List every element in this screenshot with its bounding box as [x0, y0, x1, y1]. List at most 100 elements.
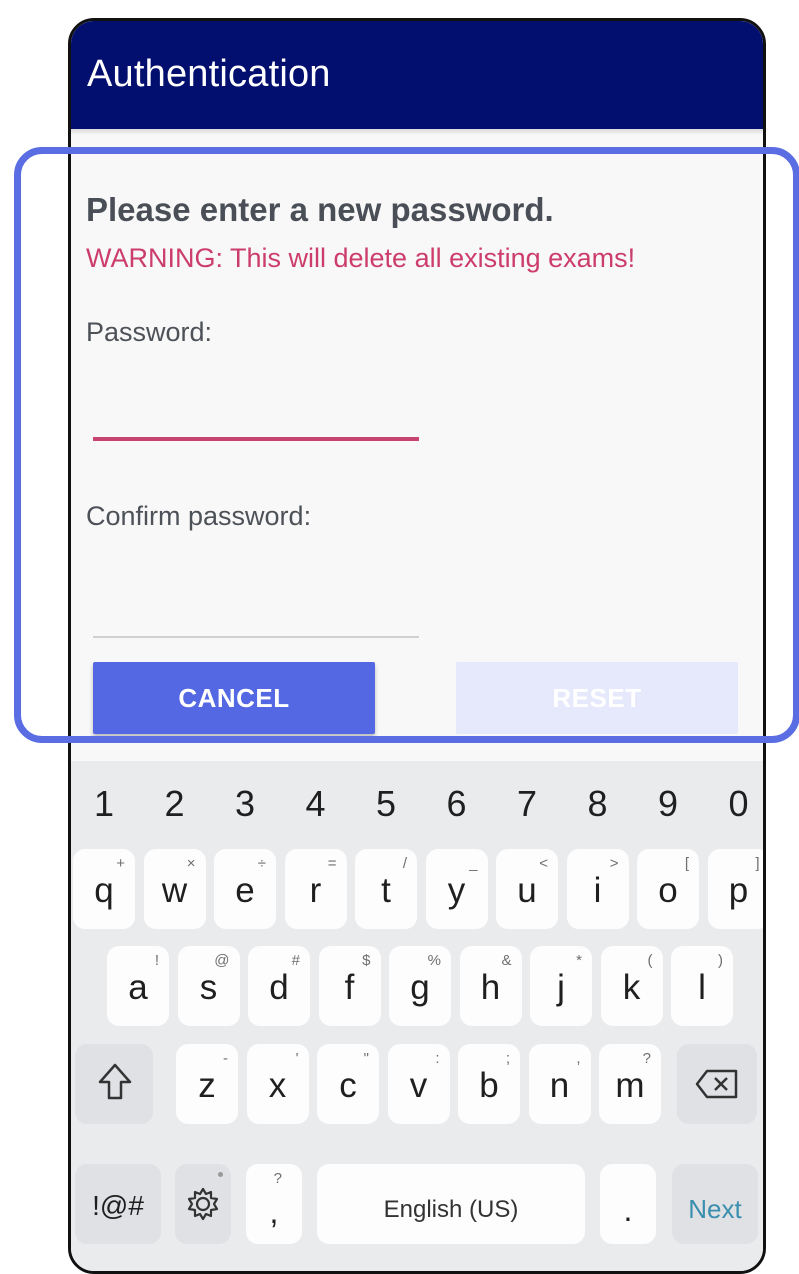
key-label: 1 — [93, 783, 115, 824]
app-bar: Authentication — [71, 21, 763, 129]
settings-key[interactable] — [175, 1164, 231, 1244]
key-label: c — [339, 1066, 357, 1105]
key-i[interactable]: i > — [566, 849, 629, 929]
space-bar[interactable]: English (US) — [317, 1164, 585, 1244]
key-hint: [ — [684, 855, 689, 872]
key-hint: × — [186, 855, 196, 872]
backspace-key[interactable] — [677, 1044, 757, 1124]
key-h[interactable]: h & — [459, 946, 522, 1026]
key-1[interactable]: 1 — [73, 771, 135, 831]
comma-key[interactable]: , ? — [246, 1164, 302, 1244]
key-label: o — [658, 871, 678, 910]
period-key[interactable]: . — [600, 1164, 656, 1244]
on-screen-keyboard: 1234567890 q + w × e ÷ r = t / y _ u < i > o[p] a! s @ d # f $… — [71, 761, 763, 1271]
key-hint: # — [291, 952, 300, 969]
key-j[interactable]: j * — [530, 946, 592, 1026]
key-k[interactable]: k( — [600, 946, 663, 1026]
key-hint: ( — [647, 952, 653, 969]
key-label: w — [161, 871, 188, 910]
key-label: h — [480, 968, 501, 1007]
key-y[interactable]: y _ — [425, 849, 488, 929]
key-9[interactable]: 9 — [637, 771, 699, 831]
key-t[interactable]: t / — [355, 849, 417, 929]
key-label: l — [698, 968, 706, 1007]
key-label: a — [128, 968, 148, 1007]
key-hint: , — [576, 1050, 581, 1067]
key-5[interactable]: 5 — [355, 771, 417, 831]
next-key-label: Next — [688, 1194, 742, 1224]
key-l[interactable]: l) — [671, 946, 733, 1026]
key-hint: " — [363, 1050, 369, 1067]
key-hint: < — [539, 855, 548, 872]
key-label: q — [94, 871, 114, 910]
key-s[interactable]: s @ — [177, 946, 240, 1026]
key-label: y — [447, 871, 466, 910]
key-label: 0 — [728, 783, 749, 824]
key-o[interactable]: o[ — [637, 849, 699, 929]
key-hint: ; — [505, 1050, 510, 1067]
key-label: m — [615, 1066, 645, 1105]
key-d[interactable]: d # — [248, 946, 310, 1026]
key-8[interactable]: 8 — [567, 771, 629, 831]
gear-icon — [185, 1186, 221, 1227]
key-label: u — [517, 871, 537, 910]
key-x[interactable]: x ' — [246, 1044, 309, 1124]
key-q[interactable]: q + — [73, 849, 135, 929]
key-label: 8 — [587, 783, 608, 824]
key-hint: ÷ — [257, 855, 266, 872]
key-label: 9 — [657, 783, 679, 824]
key-z[interactable]: z- — [176, 1044, 238, 1124]
key-label: 2 — [164, 783, 185, 824]
key-hint: _ — [469, 855, 478, 872]
key-f[interactable]: f $ — [318, 946, 381, 1026]
space-bar-label: English (US) — [383, 1196, 519, 1223]
key-c[interactable]: c " — [317, 1044, 379, 1124]
key-label: 7 — [516, 783, 538, 824]
key-label: g — [410, 968, 430, 1007]
key-label: j — [557, 968, 565, 1007]
settings-dot — [218, 1172, 223, 1177]
key-hint: ? — [642, 1050, 651, 1067]
key-hint: / — [402, 855, 407, 872]
key-label: 5 — [375, 783, 397, 824]
key-v[interactable]: v: — [387, 1044, 450, 1124]
key-3[interactable]: 3 — [214, 771, 276, 831]
key-hint: : — [435, 1050, 440, 1067]
key-label: v — [409, 1066, 428, 1105]
key-r[interactable]: r = — [284, 849, 347, 929]
key-b[interactable]: b; — [458, 1044, 520, 1124]
key-6[interactable]: 6 — [426, 771, 488, 831]
key-m[interactable]: m? — [599, 1044, 661, 1124]
key-hint: ' — [295, 1050, 299, 1067]
key-2[interactable]: 2 — [144, 771, 206, 831]
key-a[interactable]: a! — [107, 946, 169, 1026]
page-title: Authentication — [87, 53, 331, 95]
key-e[interactable]: e ÷ — [214, 849, 276, 929]
key-p[interactable]: p] — [707, 849, 763, 929]
highlight-frame — [14, 147, 799, 743]
key-0[interactable]: 0 — [708, 771, 764, 831]
key-label: e — [235, 871, 255, 910]
key-hint: @ — [214, 952, 230, 969]
comma-key-label: , — [269, 1194, 279, 1230]
key-label: 3 — [234, 783, 256, 824]
key-label: z — [198, 1066, 216, 1105]
key-label: n — [549, 1066, 570, 1105]
next-key[interactable]: Next — [672, 1164, 758, 1244]
key-hint: ) — [718, 952, 723, 969]
backspace-icon — [695, 1068, 739, 1105]
key-hint: ! — [154, 952, 159, 969]
key-u[interactable]: u < — [496, 849, 558, 929]
key-label: 4 — [305, 783, 326, 824]
shift-key[interactable] — [75, 1044, 153, 1124]
key-label: f — [344, 968, 355, 1007]
key-7[interactable]: 7 — [496, 771, 558, 831]
key-w[interactable]: w × — [143, 849, 206, 929]
key-n[interactable]: n, — [528, 1044, 591, 1124]
symbols-key[interactable]: !@# — [75, 1164, 161, 1244]
key-4[interactable]: 4 — [285, 771, 347, 831]
key-hint: - — [223, 1050, 228, 1067]
key-hint: % — [427, 952, 441, 969]
key-label: k — [622, 968, 641, 1007]
key-g[interactable]: g% — [389, 946, 451, 1026]
